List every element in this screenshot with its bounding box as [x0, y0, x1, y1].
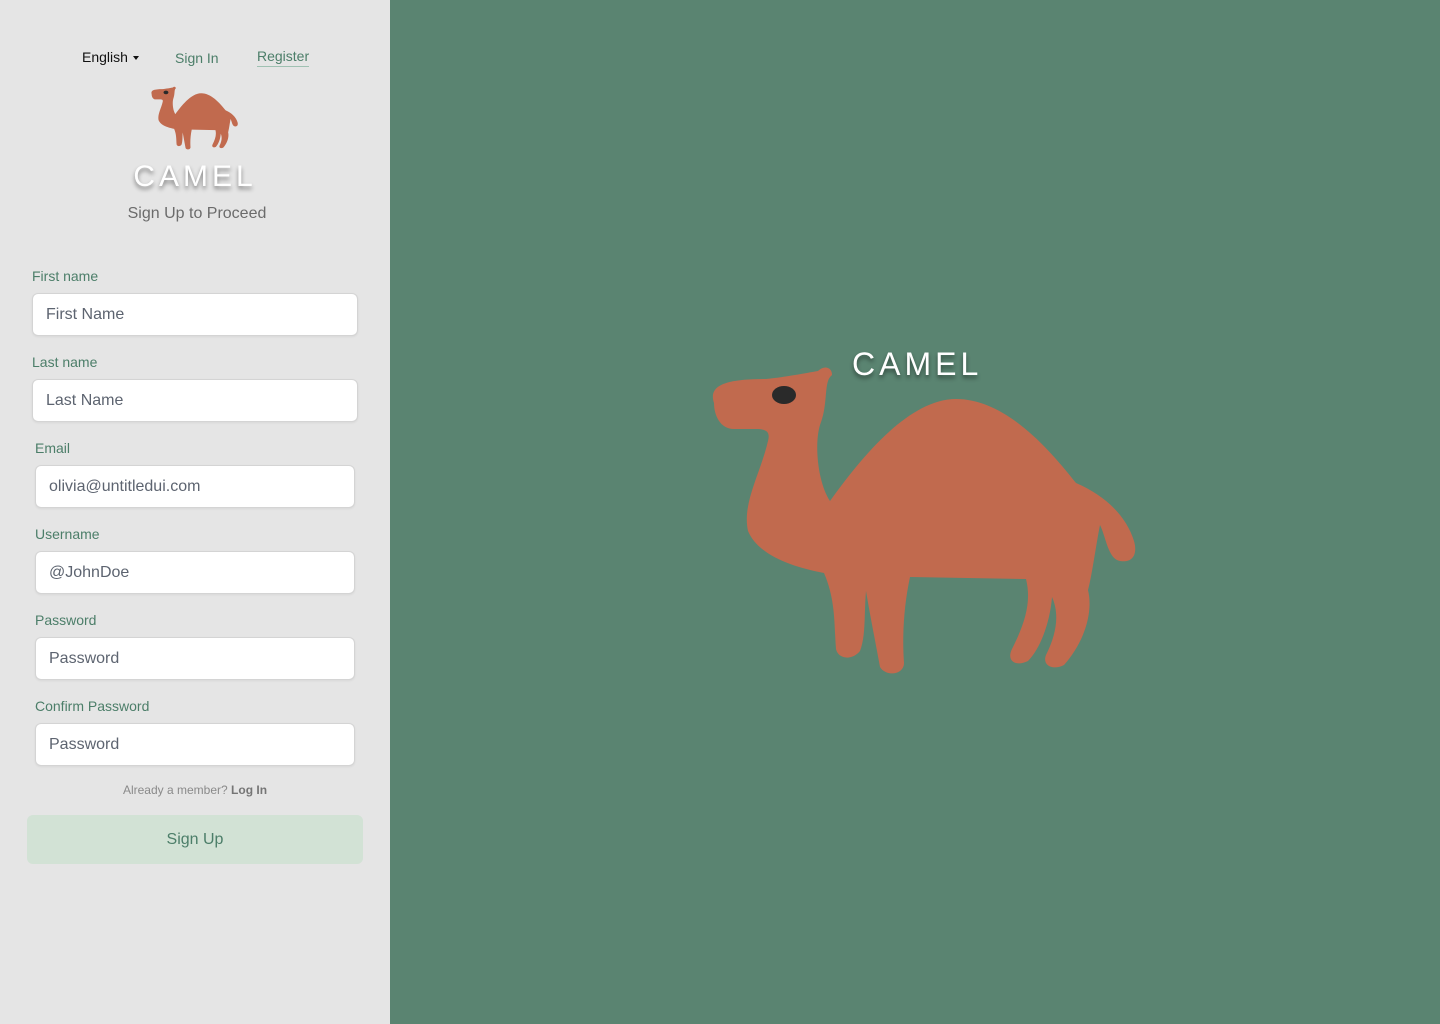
- password-input[interactable]: [35, 637, 355, 680]
- nav-register-link[interactable]: Register: [257, 48, 310, 67]
- username-label: Username: [35, 526, 100, 542]
- first-name-input[interactable]: [32, 293, 358, 336]
- last-name-input[interactable]: [32, 379, 358, 422]
- language-dropdown[interactable]: English: [82, 49, 139, 65]
- email-label: Email: [35, 440, 71, 456]
- camel-logo-icon: [151, 86, 238, 150]
- camel-illustration-icon: [712, 367, 1136, 674]
- password-label: Password: [35, 612, 97, 628]
- already-member-label: Already a member?: [122, 783, 228, 797]
- signup-panel: English Sign In Register CAMEL Sign Up t…: [0, 0, 390, 1024]
- first-name-label: First name: [32, 268, 99, 284]
- hero-panel: CAMEL: [390, 0, 1440, 1024]
- brand-name: CAMEL: [133, 160, 257, 193]
- already-member-text: Already a member? Log In: [0, 783, 390, 797]
- language-label: English: [82, 49, 128, 65]
- log-in-link[interactable]: Log In: [231, 783, 267, 797]
- username-input[interactable]: [35, 551, 355, 594]
- confirm-password-label: Confirm Password: [35, 698, 150, 714]
- email-input[interactable]: [35, 465, 355, 508]
- nav-sign-in-link[interactable]: Sign In: [175, 50, 219, 66]
- top-nav: English Sign In Register: [0, 48, 390, 68]
- page-subtitle: Sign Up to Proceed: [127, 205, 267, 222]
- sign-up-button[interactable]: Sign Up: [27, 815, 363, 864]
- caret-down-icon: [132, 55, 139, 60]
- last-name-label: Last name: [32, 354, 98, 370]
- confirm-password-input[interactable]: [35, 723, 355, 766]
